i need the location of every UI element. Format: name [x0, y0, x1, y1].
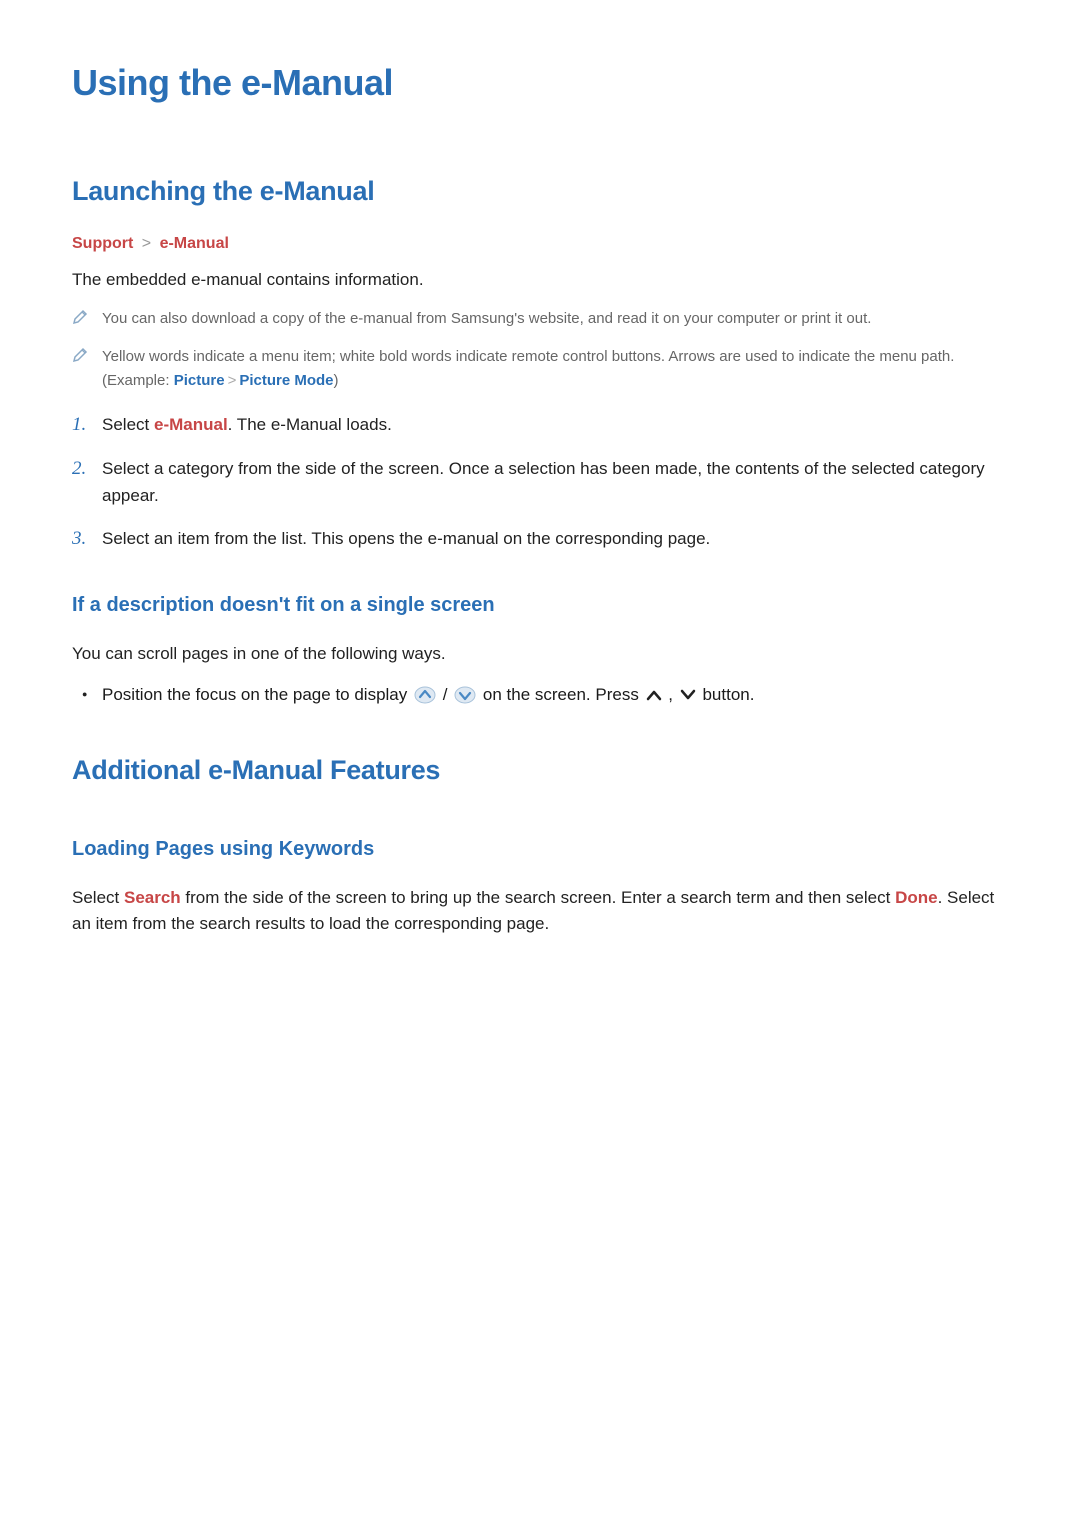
- breadcrumb-separator: >: [142, 235, 151, 252]
- section-heading-additional: Additional e-Manual Features: [72, 755, 1008, 786]
- bullet-text: Position the focus on the page to displa…: [102, 685, 412, 704]
- breadcrumb: Support > e-Manual: [72, 235, 1008, 253]
- section-heading-launching: Launching the e-Manual: [72, 176, 1008, 207]
- step-text: . The e-Manual loads.: [228, 415, 392, 434]
- pencil-icon: [72, 309, 88, 325]
- page-container: Using the e-Manual Launching the e-Manua…: [0, 0, 1080, 937]
- bullet-list: Position the focus on the page to displa…: [72, 681, 1008, 708]
- section-additional-features: Additional e-Manual Features Loading Pag…: [72, 755, 1008, 938]
- bullet-text: button.: [702, 685, 754, 704]
- paragraph-text: from the side of the screen to bring up …: [181, 888, 895, 907]
- step-text: Select: [102, 415, 154, 434]
- note-list: You can also download a copy of the e-ma…: [72, 307, 1008, 393]
- step-text: Select a category from the side of the s…: [102, 459, 985, 505]
- scroll-down-badge-icon: [454, 686, 476, 704]
- keywords-paragraph: Select Search from the side of the scree…: [72, 885, 1008, 938]
- note-text: ): [334, 372, 339, 389]
- step-item: Select a category from the side of the s…: [72, 455, 1008, 509]
- note-item: You can also download a copy of the e-ma…: [72, 307, 1008, 331]
- step-item: Select an item from the list. This opens…: [72, 525, 1008, 552]
- menu-item-done: Done: [895, 888, 938, 907]
- bullet-text: on the screen. Press: [483, 685, 644, 704]
- chevron-up-icon: [646, 689, 662, 701]
- breadcrumb-item-emanual: e-Manual: [160, 235, 229, 252]
- intro-text: The embedded e-manual contains informati…: [72, 267, 1008, 293]
- section-launching: Launching the e-Manual Support > e-Manua…: [72, 176, 1008, 709]
- steps-list: Select e-Manual. The e-Manual loads. Sel…: [72, 411, 1008, 552]
- bullet-text: /: [443, 685, 452, 704]
- note-item: Yellow words indicate a menu item; white…: [72, 345, 1008, 393]
- pencil-icon: [72, 347, 88, 363]
- example-separator: >: [228, 372, 237, 389]
- note-text: You can also download a copy of the e-ma…: [102, 310, 871, 327]
- step-text: Select an item from the list. This opens…: [102, 529, 710, 548]
- step-item: Select e-Manual. The e-Manual loads.: [72, 411, 1008, 438]
- paragraph-text: Select: [72, 888, 124, 907]
- bullet-text: ,: [668, 685, 677, 704]
- example-menu-a: Picture: [174, 372, 225, 389]
- scroll-intro-text: You can scroll pages in one of the follo…: [72, 641, 1008, 667]
- page-title: Using the e-Manual: [72, 62, 1008, 104]
- subheading-description-fit: If a description doesn't fit on a single…: [72, 594, 1008, 617]
- bullet-item: Position the focus on the page to displa…: [72, 681, 1008, 708]
- example-menu-b: Picture Mode: [239, 372, 333, 389]
- menu-item-search: Search: [124, 888, 181, 907]
- chevron-down-icon: [680, 689, 696, 701]
- subheading-loading-keywords: Loading Pages using Keywords: [72, 838, 1008, 861]
- breadcrumb-item-support: Support: [72, 235, 133, 252]
- scroll-up-badge-icon: [414, 686, 436, 704]
- menu-item-emanual: e-Manual: [154, 415, 228, 434]
